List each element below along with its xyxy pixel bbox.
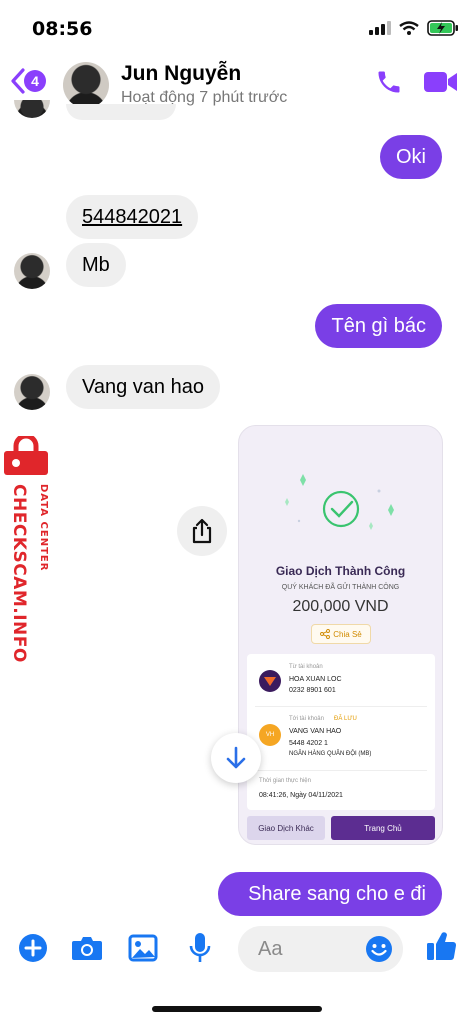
- video-call-button[interactable]: [423, 70, 459, 99]
- back-button[interactable]: 4: [10, 68, 46, 94]
- message-composer: Aa: [0, 918, 473, 988]
- recipient-initials: VH: [265, 732, 275, 738]
- receipt-from-account: 0232 8901 601: [289, 687, 336, 694]
- scroll-to-bottom-button[interactable]: [211, 733, 261, 783]
- microphone-icon: [189, 933, 211, 962]
- receipt-from-label: Từ tài khoản: [289, 664, 323, 670]
- divider: [255, 706, 427, 707]
- arrow-down-icon: [226, 746, 246, 769]
- forward-button[interactable]: [177, 506, 227, 556]
- receipt-share-button: Chia Sẻ: [311, 624, 371, 644]
- share-nodes-icon: [320, 629, 331, 639]
- receipt-share-label: Chia Sẻ: [333, 629, 362, 639]
- recipient-avatar: VH: [259, 724, 281, 746]
- contact-avatar[interactable]: [63, 62, 109, 108]
- wifi-icon: [399, 21, 419, 35]
- receipt-to-name: VANG VAN HAO: [289, 728, 342, 735]
- status-bar: 08:56: [0, 0, 473, 56]
- transaction-receipt-image[interactable]: Giao Dịch Thành Công QUÝ KHÁCH ĐÃ GỬI TH…: [238, 425, 443, 845]
- receipt-subtitle: QUÝ KHÁCH ĐÃ GỬI THÀNH CÔNG: [281, 584, 400, 591]
- receipt-from-name: HOA XUAN LOC: [289, 676, 342, 683]
- receipt-time-label: Thời gian thực hiện: [259, 778, 311, 784]
- gallery-button[interactable]: [128, 934, 158, 967]
- message-bubble-in[interactable]: Mb: [66, 243, 126, 287]
- contact-avatar-small: [14, 374, 50, 410]
- camera-icon: [72, 937, 102, 960]
- video-camera-icon: [424, 72, 457, 92]
- like-button[interactable]: [425, 930, 457, 967]
- voice-message-button[interactable]: [188, 932, 212, 969]
- receipt-to-label: Tới tài khoản: [289, 716, 324, 722]
- thumbs-up-icon: [427, 932, 457, 960]
- account-number-link[interactable]: 544842021: [82, 206, 182, 228]
- watermark-line-1: DATA CENTER: [38, 484, 48, 571]
- camera-button[interactable]: [71, 935, 103, 966]
- receipt-title: Giao Dịch Thành Công: [275, 564, 406, 578]
- contact-avatar-small: [14, 253, 50, 289]
- image-icon: [128, 934, 158, 962]
- receipt-other-transaction-button: Giao Dịch Khác: [247, 816, 325, 840]
- status-time: 08:56: [32, 18, 93, 40]
- message-input-placeholder: Aa: [258, 938, 283, 960]
- signal-icon: [369, 21, 391, 35]
- unread-count-badge: 4: [24, 70, 46, 92]
- message-input[interactable]: Aa: [238, 926, 403, 972]
- receipt-to-bank: NGÂN HÀNG QUÂN ĐỘI (MB): [289, 751, 372, 757]
- receipt-home-button: Trang Chủ: [331, 816, 435, 840]
- message-bubble-out[interactable]: Tên gì bác: [315, 304, 442, 348]
- success-illustration: [285, 474, 394, 530]
- message-list[interactable]: Oki 544842021 Mb Tên gì bác Vang van hao…: [0, 100, 473, 918]
- watermark-line-2: CHECKSCAM.INFO: [9, 484, 29, 663]
- message-bubble-out[interactable]: Oki: [380, 135, 442, 179]
- checkscam-watermark: DATA CENTER CHECKSCAM.INFO: [0, 436, 56, 666]
- contact-name[interactable]: Jun Nguyễn: [121, 62, 241, 86]
- divider: [255, 770, 427, 771]
- share-icon: [192, 518, 212, 544]
- audio-call-button[interactable]: [375, 68, 403, 101]
- emoji-icon[interactable]: [365, 935, 393, 963]
- status-icons: [369, 20, 459, 36]
- receipt-amount: 200,000 VND: [292, 598, 389, 615]
- watermark-text: DATA CENTER CHECKSCAM.INFO: [9, 484, 48, 663]
- message-bubble-clipped: [66, 104, 176, 120]
- battery-charging-icon: [427, 20, 458, 36]
- receipt-to-account: 5448 4202 1: [289, 740, 328, 747]
- phone-icon: [378, 71, 400, 93]
- receipt-saved-tag: ĐÃ LƯU: [334, 716, 357, 722]
- padlock-icon: [4, 436, 48, 475]
- home-indicator: [152, 1006, 322, 1012]
- more-actions-button[interactable]: [18, 933, 48, 968]
- bank-logo-icon: [259, 670, 281, 692]
- receipt-details-card: Từ tài khoản HOA XUAN LOC 0232 8901 601 …: [247, 654, 435, 810]
- plus-circle-icon: [19, 934, 47, 962]
- message-bubble-in[interactable]: Vang van hao: [66, 365, 220, 409]
- receipt-time-value: 08:41:26, Ngày 04/11/2021: [259, 792, 343, 799]
- message-bubble-out[interactable]: Share sang cho e đi: [218, 872, 442, 916]
- message-bubble-in-account-number[interactable]: 544842021: [66, 195, 199, 239]
